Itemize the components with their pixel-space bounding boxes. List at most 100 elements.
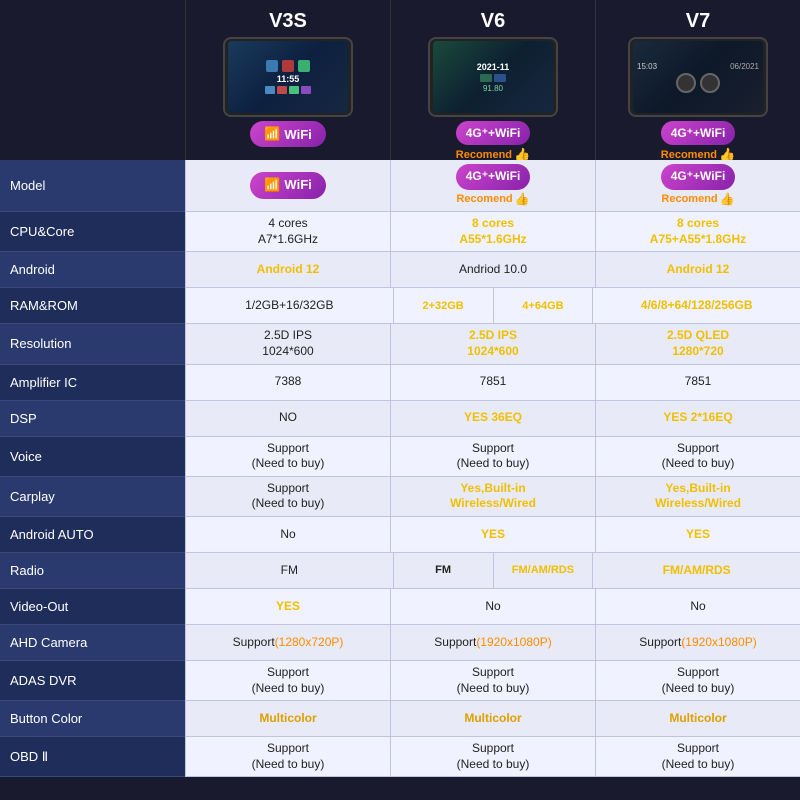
cell-11-0: YES [185, 589, 390, 625]
v7-screen: 15:03 06/2021 [633, 41, 763, 113]
table-row-2: AndroidAndroid 12Andriod 10.0Android 12 [0, 252, 800, 288]
cell-8-1: Yes,Built-in Wireless/Wired [390, 477, 595, 517]
row-label-6: DSP [0, 401, 185, 437]
cell-12-2: Support(1920x1080P) [595, 625, 800, 661]
v3s-wifi-badge: 📶 WiFi [250, 121, 326, 147]
cell-5-1: 7851 [390, 365, 595, 401]
cell-7-2: Support (Need to buy) [595, 437, 800, 477]
row-label-11: Video-Out [0, 589, 185, 625]
cell-9-0: No [185, 517, 390, 553]
header-v6: V6 2021-11 91.80 4G⁺+WiFi [390, 0, 595, 160]
cell-0-2: 4G⁺+WiFiRecomend👍 [595, 160, 800, 212]
cell-11-1: No [390, 589, 595, 625]
row-label-5: Amplifier IC [0, 365, 185, 401]
sub-cell-10-1-0: FM [394, 553, 493, 588]
table-row-6: DSPNOYES 36EQYES 2*16EQ [0, 401, 800, 437]
v6-date: 2021-11 [477, 62, 510, 72]
table-row-10: RadioFMFMFM/AM/RDSFM/AM/RDS [0, 553, 800, 589]
table-row-1: CPU&Core4 cores A7*1.6GHz8 cores A55*1.6… [0, 212, 800, 252]
v3s-screen: 11:55 [228, 41, 348, 113]
header-v3s: V3S 11:55 [185, 0, 390, 160]
cell-12-0: Support(1280x720P) [185, 625, 390, 661]
sub-cell-10-1-1: FM/AM/RDS [493, 553, 593, 588]
sub-container-3-1: 2+32GB4+64GB [394, 288, 593, 323]
v6-badge-container: 4G⁺+WiFi Recomend 👍 [456, 121, 531, 163]
header-v7: V7 15:03 06/2021 4 [595, 0, 800, 160]
v3s-badge-label: WiFi [284, 127, 311, 142]
v7-4g-label: 4G⁺+WiFi [671, 126, 726, 140]
cell-4-1: 2.5D IPS 1024*600 [390, 324, 595, 364]
header-label-spacer [0, 0, 185, 160]
v7-device: 15:03 06/2021 [628, 37, 768, 117]
main-container: V3S 11:55 [0, 0, 800, 800]
cell-10-0: FM [185, 553, 393, 589]
table-row-4: Resolution2.5D IPS 1024*6002.5D IPS 1024… [0, 324, 800, 364]
cell-0-0: 📶WiFi [185, 160, 390, 212]
cell-3-1: 2+32GB4+64GB [393, 288, 593, 324]
cell-3-0: 1/2GB+16/32GB [185, 288, 393, 324]
comparison-table: Model 📶WiFi 4G⁺+WiFiRecomend👍 4G⁺+WiFiRe… [0, 160, 800, 800]
wifi-badge-0-0: 📶WiFi [250, 172, 326, 199]
row-label-10: Radio [0, 553, 185, 589]
sub-container-10-1: FMFM/AM/RDS [394, 553, 593, 588]
header-row: V3S 11:55 [0, 0, 800, 160]
row-label-2: Android [0, 252, 185, 288]
cell-7-1: Support (Need to buy) [390, 437, 595, 477]
row-label-12: AHD Camera [0, 625, 185, 661]
table-row-8: CarplaySupport (Need to buy)Yes,Built-in… [0, 477, 800, 517]
row-label-0: Model [0, 160, 185, 212]
v7-badge: 4G⁺+WiFi [661, 121, 736, 145]
cell-7-0: Support (Need to buy) [185, 437, 390, 477]
cell-14-1: Multicolor [390, 701, 595, 737]
v6-device: 2021-11 91.80 [428, 37, 558, 117]
cell-10-2: FM/AM/RDS [592, 553, 800, 589]
row-label-14: Button Color [0, 701, 185, 737]
wifi-icon: 📶 [264, 126, 280, 142]
cell-15-1: Support (Need to buy) [390, 737, 595, 777]
v6-title: V6 [481, 10, 505, 33]
table-row-12: AHD CameraSupport(1280x720P)Support(1920… [0, 625, 800, 661]
v3s-title: V3S [269, 10, 307, 33]
cell-13-1: Support (Need to buy) [390, 661, 595, 701]
cell-5-0: 7388 [185, 365, 390, 401]
table-row-15: OBD Ⅱ Support (Need to buy)Support (Need … [0, 737, 800, 777]
sub-cell-3-1-1: 4+64GB [493, 288, 593, 323]
cell-12-1: Support(1920x1080P) [390, 625, 595, 661]
table-row-7: VoiceSupport (Need to buy)Support (Need … [0, 437, 800, 477]
cell-4-2: 2.5D QLED 1280*720 [595, 324, 800, 364]
row-label-1: CPU&Core [0, 212, 185, 252]
cell-6-0: NO [185, 401, 390, 437]
cell-3-2: 4/6/8+64/128/256GB [592, 288, 800, 324]
table-row-14: Button ColorMulticolorMulticolorMulticol… [0, 701, 800, 737]
v6-badge: 4G⁺+WiFi [456, 121, 531, 145]
cell-0-1: 4G⁺+WiFiRecomend👍 [390, 160, 595, 212]
cell-4-0: 2.5D IPS 1024*600 [185, 324, 390, 364]
v3s-device: 11:55 [223, 37, 353, 117]
cell-8-2: Yes,Built-in Wireless/Wired [595, 477, 800, 517]
cell-13-0: Support (Need to buy) [185, 661, 390, 701]
row-label-4: Resolution [0, 324, 185, 364]
cell-1-0: 4 cores A7*1.6GHz [185, 212, 390, 252]
cell-9-2: YES [595, 517, 800, 553]
table-row-11: Video-OutYESNoNo [0, 589, 800, 625]
cell-6-1: YES 36EQ [390, 401, 595, 437]
v3s-time: 11:55 [277, 74, 300, 84]
cell-8-0: Support (Need to buy) [185, 477, 390, 517]
v7-title: V7 [686, 10, 710, 33]
table-row-13: ADAS DVRSupport (Need to buy)Support (Ne… [0, 661, 800, 701]
cell-14-2: Multicolor [595, 701, 800, 737]
row-label-9: Android AUTO [0, 517, 185, 553]
cell-5-2: 7851 [595, 365, 800, 401]
cell-2-0: Android 12 [185, 252, 390, 288]
table-row-5: Amplifier IC738878517851 [0, 365, 800, 401]
cell-2-1: Andriod 10.0 [390, 252, 595, 288]
v6-screen: 2021-11 91.80 [433, 41, 553, 113]
cell-11-2: No [595, 589, 800, 625]
sub-cell-3-1-0: 2+32GB [394, 288, 493, 323]
row-label-13: ADAS DVR [0, 661, 185, 701]
cell-6-2: YES 2*16EQ [595, 401, 800, 437]
cell-13-2: Support (Need to buy) [595, 661, 800, 701]
cell-15-2: Support (Need to buy) [595, 737, 800, 777]
row-label-15: OBD Ⅱ [0, 737, 185, 777]
v6-4g-label: 4G⁺+WiFi [466, 126, 521, 140]
